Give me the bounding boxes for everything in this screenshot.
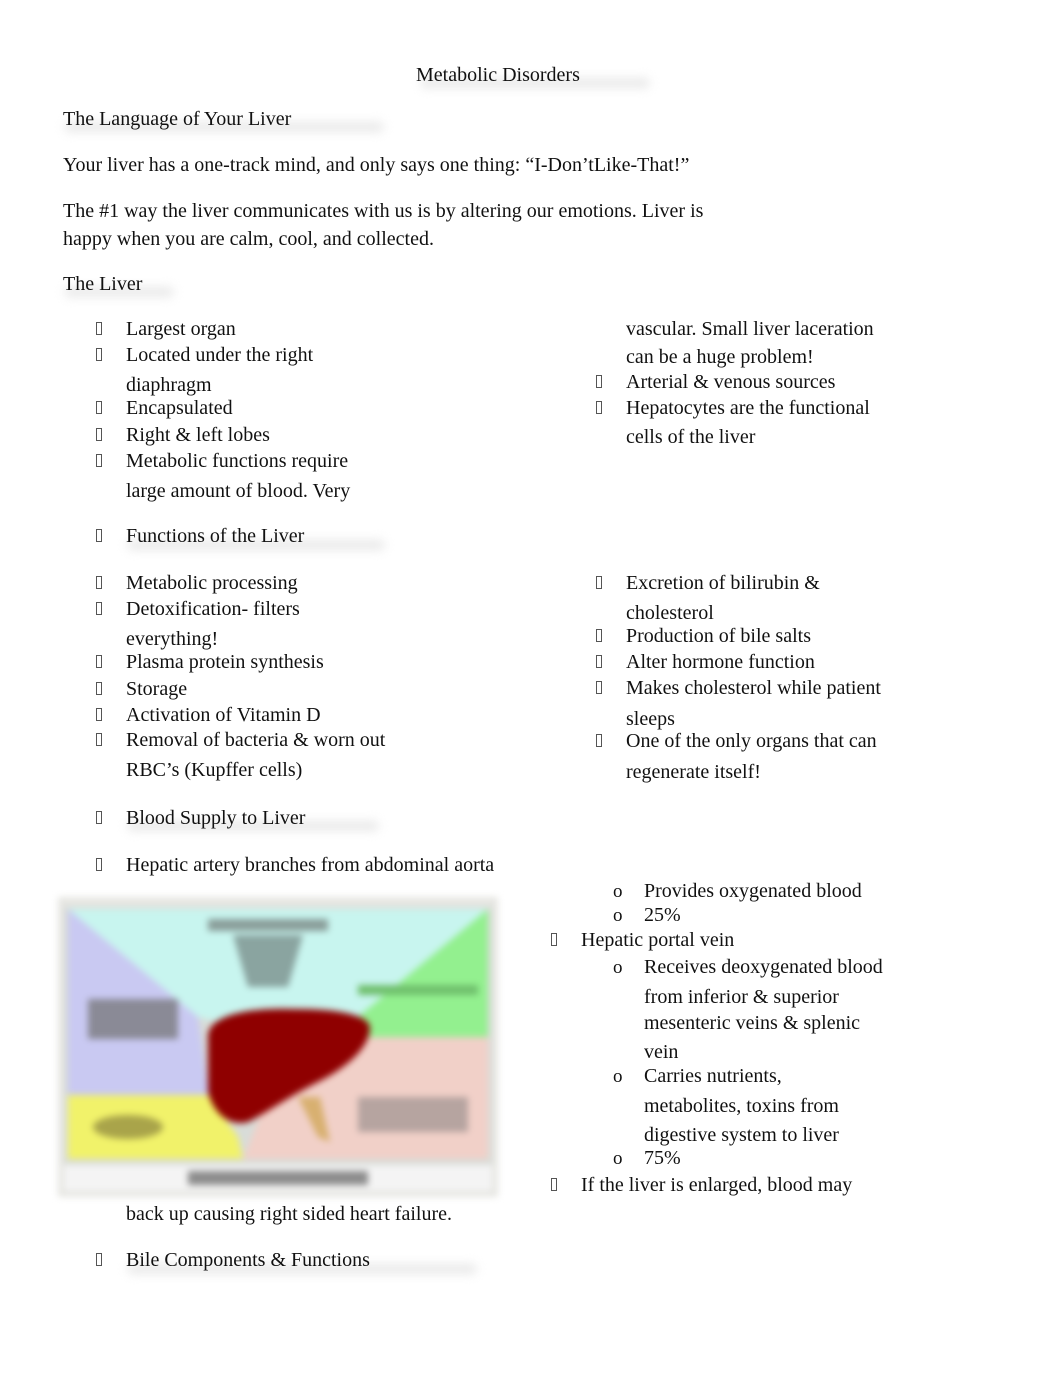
diagram-label-right — [358, 985, 478, 995]
bullet-icon — [96, 322, 102, 335]
diagram-label-top — [208, 919, 328, 931]
document-title: Metabolic Disorders — [416, 64, 580, 86]
list-item: Production of bile salts — [626, 625, 811, 647]
list-item-continuation: vascular. Small liver laceration — [626, 318, 874, 340]
sub-bullet-icon: o — [613, 1148, 623, 1169]
sub-bullet-icon: o — [613, 881, 623, 902]
bullet-icon — [96, 858, 102, 871]
paragraph-communicates-line2: happy when you are calm, cool, and colle… — [63, 228, 434, 250]
list-item: Arterial & venous sources — [626, 371, 836, 393]
list-item-continuation: RBC’s (Kupffer cells) — [126, 759, 303, 781]
heading-blood-supply: Blood Supply to Liver — [126, 807, 306, 829]
list-item: Metabolic processing — [126, 572, 298, 594]
bullet-icon — [596, 681, 602, 694]
sub-list-item-continuation: digestive system to liver — [644, 1124, 839, 1146]
list-item-continuation: everything! — [126, 628, 219, 650]
paragraph-communicates-line1: The #1 way the liver communicates with u… — [63, 200, 704, 222]
sub-list-item: 25% — [644, 904, 681, 926]
list-item: Makes cholesterol while patient — [626, 677, 881, 699]
bullet-icon — [96, 428, 102, 441]
bullet-icon — [596, 401, 602, 414]
list-item-continuation: diaphragm — [126, 374, 212, 396]
paragraph-one-track-mind: Your liver has a one-track mind, and onl… — [63, 154, 690, 176]
list-item: Encapsulated — [126, 397, 233, 419]
diagram-graphic — [58, 897, 498, 1197]
list-item: Activation of Vitamin D — [126, 704, 321, 726]
sub-list-item: Provides oxygenated blood — [644, 880, 862, 902]
sub-list-item-continuation: mesenteric veins & splenic — [644, 1012, 861, 1034]
bullet-icon — [96, 602, 102, 615]
list-item: Plasma protein synthesis — [126, 651, 324, 673]
list-item-continuation: back up causing right sided heart failur… — [126, 1203, 452, 1225]
diagram-label-bottom-right — [358, 1097, 468, 1132]
bullet-icon — [96, 401, 102, 414]
list-item: Alter hormone function — [626, 651, 815, 673]
list-item: Removal of bacteria & worn out — [126, 729, 386, 751]
sub-bullet-icon: o — [613, 905, 623, 926]
sub-list-item-continuation: metabolites, toxins from — [644, 1095, 839, 1117]
list-item-continuation: cells of the liver — [626, 426, 756, 448]
bullet-icon — [551, 1178, 557, 1191]
list-item: If the liver is enlarged, blood may — [581, 1174, 853, 1196]
bullet-icon — [96, 733, 102, 746]
sub-list-item: Carries nutrients, — [644, 1065, 782, 1087]
sub-list-item: Receives deoxygenated blood — [644, 956, 883, 978]
list-item: Excretion of bilirubin & — [626, 572, 820, 594]
bullet-icon — [96, 348, 102, 361]
bullet-icon — [96, 1253, 102, 1266]
sub-bullet-icon: o — [613, 1066, 623, 1087]
heading-the-liver: The Liver — [63, 273, 143, 295]
list-item: Located under the right — [126, 344, 314, 366]
bullet-icon — [596, 576, 602, 589]
list-item-continuation: regenerate itself! — [626, 761, 761, 783]
bullet-icon — [96, 529, 102, 542]
list-item: Largest organ — [126, 318, 236, 340]
heading-functions-of-liver: Functions of the Liver — [126, 525, 305, 547]
bullet-icon — [596, 375, 602, 388]
heading-language-of-liver: The Language of Your Liver — [63, 108, 292, 130]
liver-functions-diagram — [58, 897, 498, 1197]
bullet-icon — [96, 682, 102, 695]
diagram-label-bottom-left — [93, 1115, 163, 1139]
bullet-icon — [96, 811, 102, 824]
sub-list-item: 75% — [644, 1147, 681, 1169]
list-item: Storage — [126, 678, 188, 700]
list-item-continuation: sleeps — [626, 708, 675, 730]
bullet-icon — [96, 454, 102, 467]
diagram-label-left — [88, 999, 178, 1039]
list-item: Metabolic functions require — [126, 450, 349, 472]
list-item: Hepatic artery branches from abdominal a… — [126, 854, 495, 876]
list-item-continuation: large amount of blood. Very — [126, 480, 351, 502]
bullet-icon — [596, 734, 602, 747]
bullet-icon — [551, 933, 557, 946]
list-item: Hepatocytes are the functional — [626, 397, 870, 419]
sub-list-item-continuation: from inferior & superior — [644, 986, 839, 1008]
diagram-caption — [188, 1171, 368, 1185]
heading-bile-components: Bile Components & Functions — [126, 1249, 370, 1271]
list-item-continuation: cholesterol — [626, 602, 714, 624]
sub-list-item-continuation: vein — [644, 1041, 679, 1063]
list-item: Hepatic portal vein — [581, 929, 735, 951]
list-item-continuation: can be a huge problem! — [626, 346, 814, 368]
bullet-icon — [96, 655, 102, 668]
bullet-icon — [596, 655, 602, 668]
bullet-icon — [96, 576, 102, 589]
list-item: Right & left lobes — [126, 424, 270, 446]
bullet-icon — [596, 629, 602, 642]
bullet-icon — [96, 708, 102, 721]
list-item: One of the only organs that can — [626, 730, 877, 752]
list-item: Detoxification- filters — [126, 598, 300, 620]
sub-bullet-icon: o — [613, 957, 623, 978]
